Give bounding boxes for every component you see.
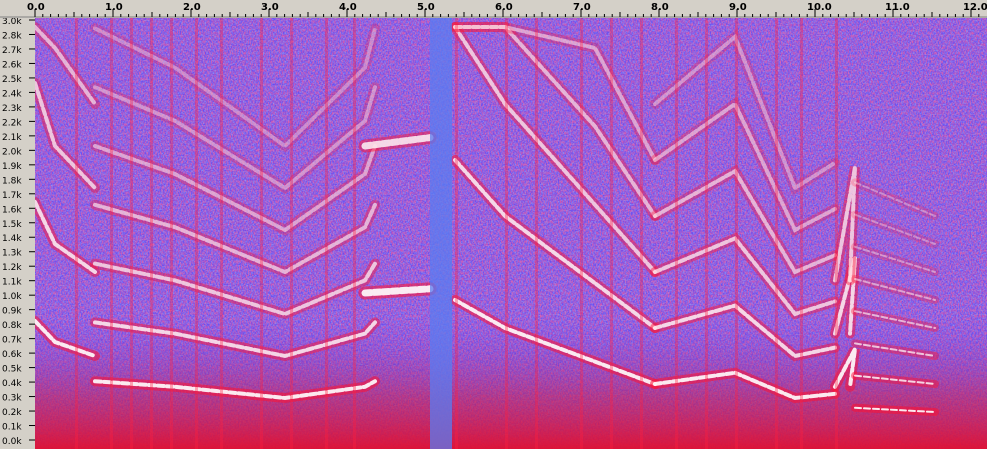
time-tick-label: 9.0 xyxy=(729,2,747,13)
time-tick-label: 6.0 xyxy=(495,2,513,13)
freq-tick-label: 0.4k xyxy=(2,379,22,389)
spectrogram-canvas xyxy=(35,18,987,449)
freq-tick-label: 1.2k xyxy=(2,263,22,273)
freq-tick-label: 0.1k xyxy=(2,423,22,433)
freq-tick-label: 0.3k xyxy=(2,394,22,404)
freq-tick-label: 0.0k xyxy=(2,437,22,447)
freq-tick-label: 1.5k xyxy=(2,220,22,230)
freq-tick-label: 1.4k xyxy=(2,234,22,244)
freq-tick-label: 1.8k xyxy=(2,176,22,186)
freq-tick-label: 2.4k xyxy=(2,89,22,99)
freq-tick-label: 1.7k xyxy=(2,191,22,201)
frequency-ruler[interactable]: 3.0k 2.8k 2.7k 2.6k 2.5k 2.4k 2.3k 2.2k 2.1k 2.0k… xyxy=(0,18,36,449)
time-tick-label: 12.0 xyxy=(963,2,987,13)
spectrogram-view[interactable] xyxy=(35,18,987,449)
freq-tick-label: 0.2k xyxy=(2,408,22,418)
freq-tick-label: 1.1k xyxy=(2,278,22,288)
time-tick-label: 5.0 xyxy=(417,2,435,13)
freq-tick-label: 2.8k xyxy=(2,31,22,41)
time-tick-label: 11.0 xyxy=(885,2,910,13)
time-tick-label: 10.0 xyxy=(807,2,832,13)
freq-tick-label: 0.5k xyxy=(2,365,22,375)
time-ruler[interactable]: 0.0 1.0 2.0 3.0 4.0 5.0 6.0 7.0 8.0 9.0 10.0 11.0 12… xyxy=(0,0,987,19)
freq-tick-label: 0.8k xyxy=(2,321,22,331)
freq-tick-label: 2.7k xyxy=(2,46,22,56)
time-tick-label: 4.0 xyxy=(339,2,357,13)
freq-tick-label: 2.6k xyxy=(2,60,22,70)
freq-tick-label: 1.9k xyxy=(2,162,22,172)
time-tick-label: 8.0 xyxy=(651,2,669,13)
time-tick-label: 7.0 xyxy=(573,2,591,13)
freq-tick-label: 2.3k xyxy=(2,104,22,114)
freq-tick-label: 1.3k xyxy=(2,249,22,259)
freq-tick-label: 2.5k xyxy=(2,75,22,85)
spectrogram-window: 0.0 1.0 2.0 3.0 4.0 5.0 6.0 7.0 8.0 9.0 10.0 11.0 12… xyxy=(0,0,987,449)
freq-tick-label: 0.9k xyxy=(2,307,22,317)
freq-tick-label: 2.0k xyxy=(2,147,22,157)
time-tick-label: 0.0 xyxy=(27,2,45,13)
freq-tick-label: 2.1k xyxy=(2,133,22,143)
time-tick-label: 2.0 xyxy=(183,2,201,13)
freq-tick-label: 1.6k xyxy=(2,205,22,215)
freq-tick-label: 0.7k xyxy=(2,336,22,346)
freq-tick-label: 2.2k xyxy=(2,118,22,128)
freq-tick-label: 0.6k xyxy=(2,350,22,360)
freq-tick-label: 1.0k xyxy=(2,292,22,302)
time-tick-label: 3.0 xyxy=(261,2,279,13)
freq-tick-label: 3.0k xyxy=(2,18,22,27)
time-tick-label: 1.0 xyxy=(105,2,123,13)
